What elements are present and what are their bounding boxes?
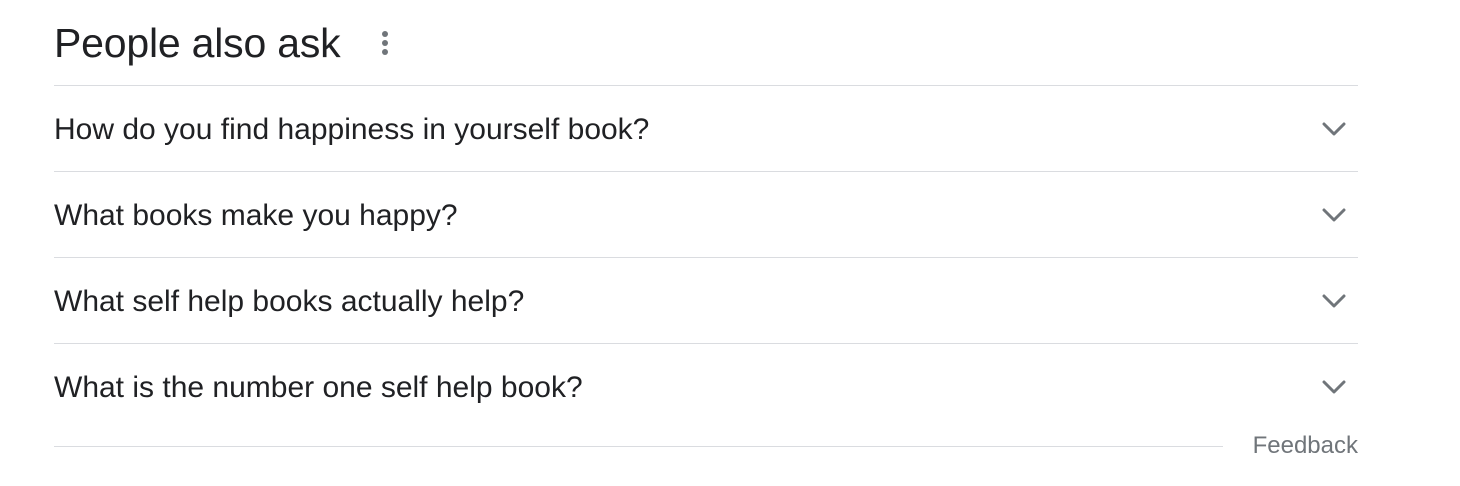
more-options-button[interactable] bbox=[370, 23, 400, 63]
paa-header: People also ask bbox=[54, 0, 1358, 86]
people-also-ask-panel: People also ask How do you find happines… bbox=[54, 0, 1358, 430]
question-item[interactable]: How do you find happiness in yourself bo… bbox=[54, 86, 1358, 172]
footer-divider bbox=[54, 445, 1223, 447]
question-item[interactable]: What self help books actually help? bbox=[54, 258, 1358, 344]
chevron-down-icon[interactable] bbox=[1310, 191, 1358, 239]
feedback-link[interactable]: Feedback bbox=[1253, 432, 1358, 460]
section-title: People also ask bbox=[54, 19, 341, 66]
chevron-down-icon[interactable] bbox=[1310, 363, 1358, 411]
question-item[interactable]: What books make you happy? bbox=[54, 172, 1358, 258]
paa-footer: Feedback bbox=[54, 424, 1358, 468]
question-list: How do you find happiness in yourself bo… bbox=[54, 86, 1358, 430]
question-text: What books make you happy? bbox=[54, 198, 458, 232]
question-text: What is the number one self help book? bbox=[54, 371, 583, 404]
question-text: What self help books actually help? bbox=[54, 284, 525, 318]
question-item[interactable]: What is the number one self help book? bbox=[54, 344, 1358, 430]
question-text: How do you find happiness in yourself bo… bbox=[54, 112, 650, 146]
chevron-down-icon[interactable] bbox=[1310, 277, 1358, 325]
more-vert-icon bbox=[382, 30, 389, 55]
chevron-down-icon[interactable] bbox=[1310, 105, 1358, 153]
